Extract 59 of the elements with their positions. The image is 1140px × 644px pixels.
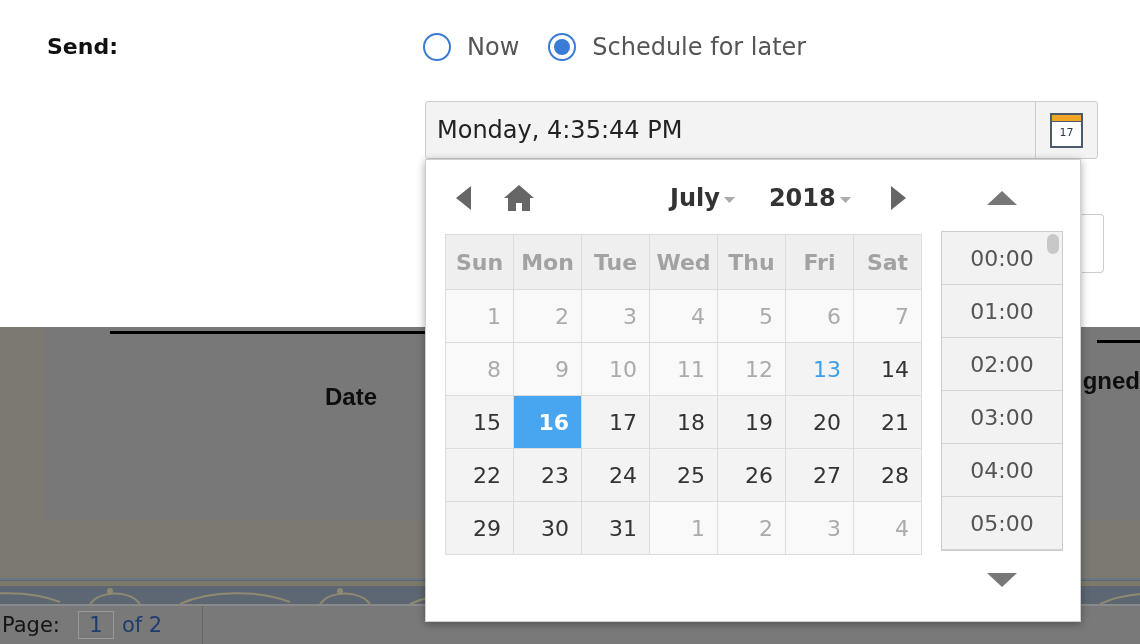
day-cell[interactable]: 30 (514, 502, 581, 554)
radio-label: Now (467, 35, 520, 59)
day-cell[interactable]: 26 (718, 449, 785, 501)
day-cell[interactable]: 20 (786, 396, 853, 448)
time-option[interactable]: 03:00 (942, 391, 1062, 444)
scroll-down-button[interactable] (987, 573, 1017, 587)
time-option[interactable]: 04:00 (942, 444, 1062, 497)
day-cell[interactable]: 18 (650, 396, 717, 448)
day-cell[interactable]: 25 (650, 449, 717, 501)
calendar-icon: 17 (1050, 112, 1083, 148)
input-field[interactable] (1082, 214, 1104, 273)
time-option[interactable]: 02:00 (942, 338, 1062, 391)
calendar-button[interactable]: 17 (1035, 102, 1097, 158)
weekday-header: Sun (446, 235, 513, 289)
time-option[interactable]: 01:00 (942, 285, 1062, 338)
radio-label: Schedule for later (592, 35, 807, 59)
triangle-right-icon (890, 186, 906, 210)
home-button[interactable] (504, 185, 534, 211)
next-month-button[interactable] (890, 186, 906, 210)
day-cell[interactable]: 17 (582, 396, 649, 448)
day-cell[interactable]: 23 (514, 449, 581, 501)
day-cell[interactable]: 24 (582, 449, 649, 501)
pager-label: Page: (2, 614, 60, 636)
triangle-left-icon (456, 186, 471, 210)
day-cell[interactable]: 19 (718, 396, 785, 448)
weekday-header: Thu (718, 235, 785, 289)
triangle-down-icon (987, 573, 1017, 587)
weekday-header: Sat (854, 235, 921, 289)
previous-month-button[interactable] (456, 186, 471, 210)
home-icon (504, 185, 534, 211)
weekday-header: Tue (582, 235, 649, 289)
weekday-header: Fri (786, 235, 853, 289)
caret-icon (839, 197, 851, 203)
scroll-up-button[interactable] (987, 191, 1017, 205)
weekday-header: Mon (514, 235, 581, 289)
column-header: Date (325, 385, 378, 409)
day-cell[interactable]: 31 (582, 502, 649, 554)
datetime-value: Monday, 4:35:44 PM (437, 118, 683, 142)
day-cell[interactable]: 28 (854, 449, 921, 501)
day-cell[interactable]: 14 (854, 343, 921, 395)
radio-button[interactable] (423, 33, 451, 61)
triangle-up-icon (987, 191, 1017, 205)
day-cell[interactable]: 15 (446, 396, 513, 448)
day-cell[interactable]: 27 (786, 449, 853, 501)
datetime-field[interactable]: Monday, 4:35:44 PM 17 (425, 101, 1098, 159)
page-count: of 2 (121, 614, 163, 636)
caret-icon (723, 197, 735, 203)
column-header: gned (1082, 369, 1140, 393)
scrollbar-thumb[interactable] (1047, 234, 1059, 254)
radio-button[interactable] (548, 33, 577, 61)
weekday-header: Wed (650, 235, 717, 289)
day-cell[interactable]: 22 (446, 449, 513, 501)
day-cell[interactable]: 21 (854, 396, 921, 448)
time-option[interactable]: 00:00 (942, 232, 1062, 285)
month-dropdown[interactable]: July (670, 186, 735, 210)
send-label: Send: (47, 36, 118, 58)
time-option[interactable]: 05:00 (942, 497, 1062, 550)
year-dropdown[interactable]: 2018 (768, 186, 851, 210)
day-cell[interactable]: 29 (446, 502, 513, 554)
